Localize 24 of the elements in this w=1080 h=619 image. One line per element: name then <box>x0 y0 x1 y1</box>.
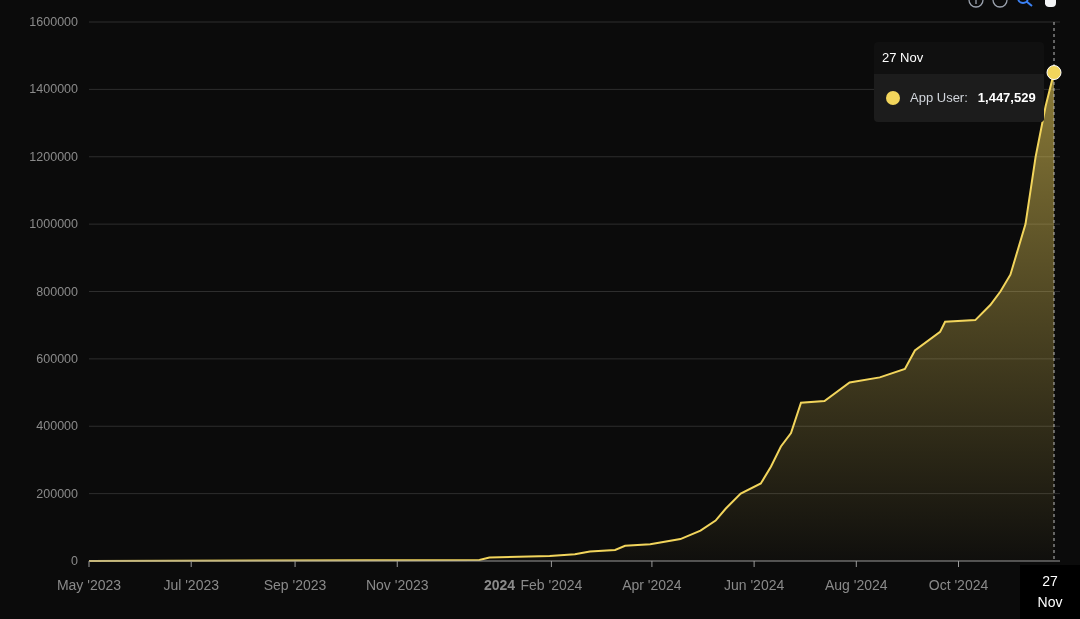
x-axis-label: Apr '2024 <box>622 577 682 593</box>
crosshair-date-label: 27 Nov <box>1036 572 1064 612</box>
x-axis-label: Sep '2023 <box>263 577 327 593</box>
x-axis-label: Nov '2023 <box>365 577 429 593</box>
y-axis-label: 1200000 <box>29 149 78 164</box>
x-axis-label: May '2023 <box>56 577 122 593</box>
y-axis-label: 400000 <box>36 419 78 434</box>
x-axis-label: Jul '2023 <box>163 577 219 593</box>
y-axis-label: 1400000 <box>29 82 78 97</box>
y-axis-label: 200000 <box>36 486 78 501</box>
x-axis-label: Aug '2024 <box>825 577 888 593</box>
x-axis-label: Feb '2024 <box>520 577 583 593</box>
y-axis-label: 800000 <box>36 284 78 299</box>
y-axis-label: 1600000 <box>29 15 78 29</box>
y-axis-label: 1000000 <box>29 217 78 232</box>
point-marker <box>1046 65 1062 81</box>
tooltip-label: App User: <box>910 89 968 108</box>
x-axis-label: 2024 <box>483 577 516 593</box>
x-axis-label: Oct '2024 <box>928 577 989 593</box>
tooltip-value: 1,447,529 <box>977 89 1036 108</box>
y-axis-label: 0 <box>71 554 78 568</box>
y-axis-label: 600000 <box>36 351 78 366</box>
x-axis-label: Jun '2024 <box>723 577 785 593</box>
tooltip-title: 27 Nov <box>882 49 924 68</box>
